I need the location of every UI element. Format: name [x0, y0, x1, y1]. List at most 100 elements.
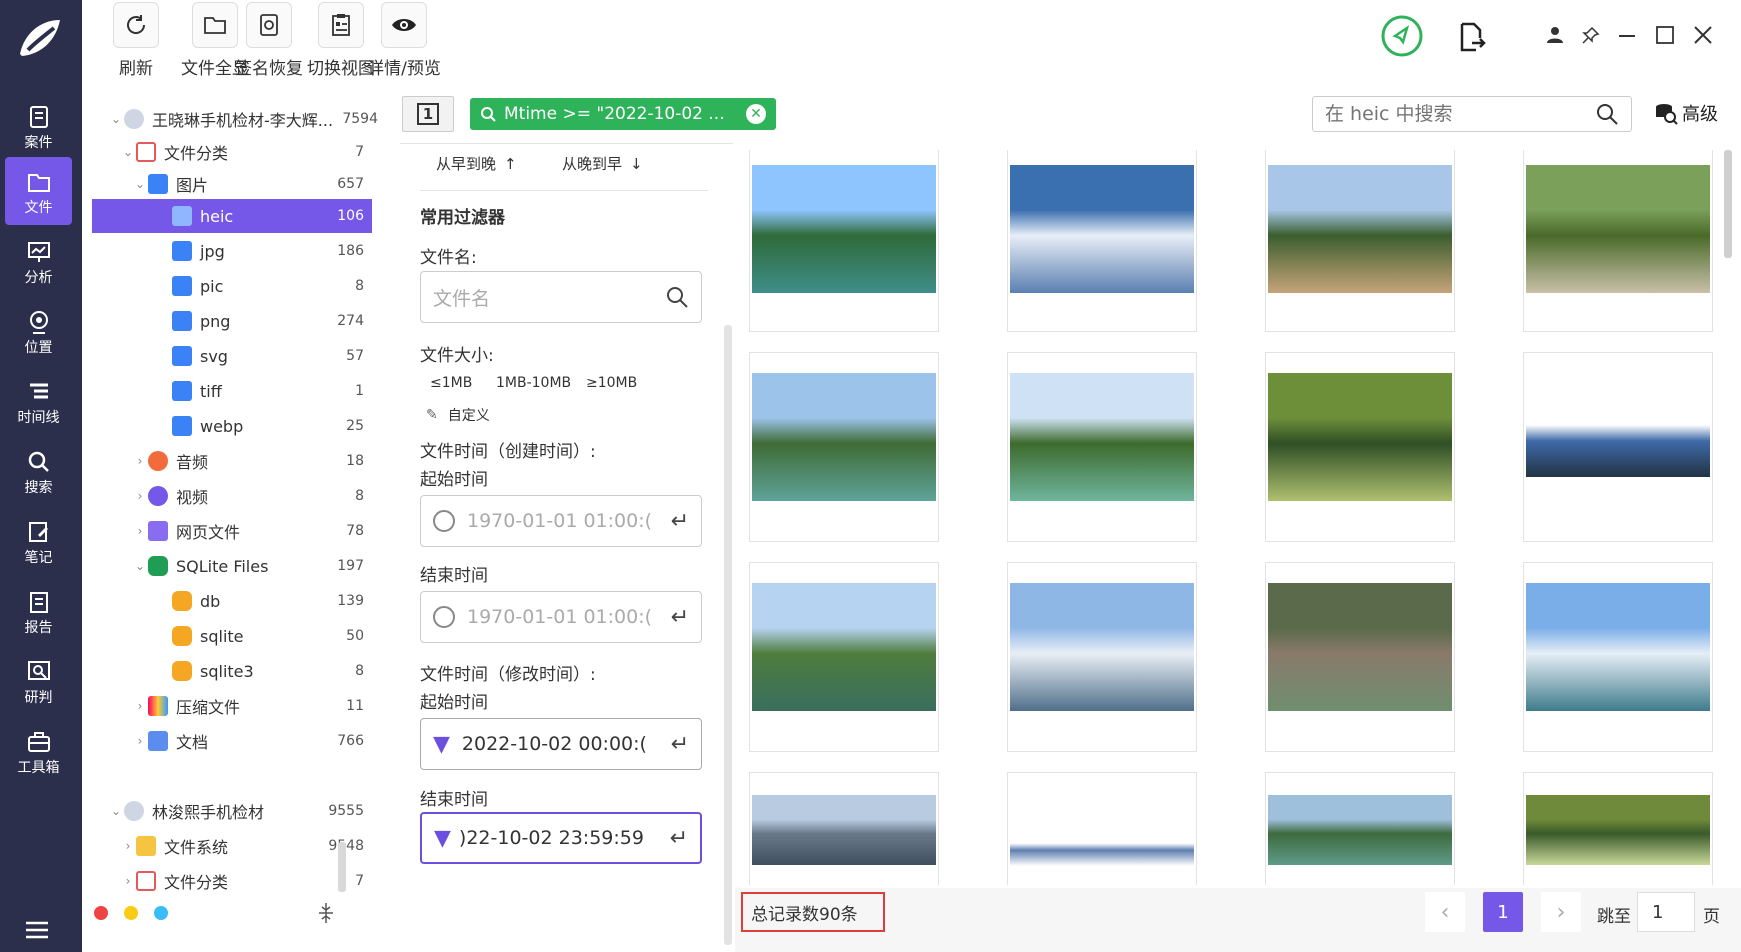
thumbnail-card[interactable] — [1007, 352, 1197, 542]
blue-dot[interactable] — [154, 906, 168, 920]
tree-video[interactable]: › 视频 8 — [82, 479, 372, 513]
tree-audio[interactable]: › 音频 18 — [82, 444, 372, 478]
nav-note[interactable]: 笔记 — [5, 507, 72, 575]
thumbnail-card[interactable] — [1265, 772, 1455, 885]
thumbnail-card[interactable] — [749, 562, 939, 752]
nav-analysis[interactable]: 分析 — [5, 227, 72, 295]
sort-desc-button[interactable]: 从晚到早 ↓ — [562, 153, 643, 174]
tree-db[interactable]: db 139 — [82, 584, 372, 618]
search-icon[interactable] — [665, 285, 689, 309]
chevron-down-icon[interactable]: ⌄ — [108, 112, 124, 126]
pin-icon[interactable] — [1582, 26, 1600, 44]
tree-archive[interactable]: › 压缩文件 11 — [82, 689, 372, 723]
tree-case1[interactable]: ⌄ 王晓琳手机检材-李大辉... 7594 — [82, 102, 378, 136]
advanced-search-button[interactable]: 高级 — [1654, 100, 1718, 126]
thumbnail-card[interactable] — [1265, 150, 1455, 332]
tree-scrollbar[interactable] — [338, 842, 346, 892]
tree-file-category[interactable]: ⌄ 文件分类 7 — [82, 135, 372, 169]
yellow-dot[interactable] — [124, 906, 138, 920]
tree-sqlite-ext[interactable]: sqlite 50 — [82, 619, 372, 653]
page-1-button[interactable]: 1 — [1483, 892, 1523, 932]
tree-svg[interactable]: svg 57 — [82, 339, 372, 373]
tree-web[interactable]: › 网页文件 78 — [82, 514, 372, 548]
size-option-large[interactable]: ≥10MB — [586, 375, 637, 391]
filename-field[interactable]: 文件名 — [420, 271, 702, 323]
thumbnail-card[interactable] — [1523, 562, 1713, 752]
ctime-end-field[interactable]: 1970-01-01 01:00:( ↵ — [420, 591, 702, 643]
nav-judge[interactable]: 研判 — [5, 647, 72, 715]
page-indicator-button[interactable]: 1 — [402, 96, 454, 132]
active-filter-tag[interactable]: Mtime >= "2022-10-02 ... ✕ — [470, 98, 776, 130]
shield-status-icon[interactable] — [1380, 14, 1424, 58]
maximize-icon[interactable] — [1656, 26, 1674, 44]
user-icon[interactable] — [1546, 26, 1564, 44]
chevron-down-icon[interactable]: ⌄ — [120, 145, 136, 159]
thumbnail-card[interactable] — [1007, 772, 1197, 885]
enter-icon[interactable]: ↵ — [671, 605, 689, 630]
tree-docs[interactable]: › 文档 766 — [82, 724, 372, 758]
thumbnail-card[interactable] — [1265, 562, 1455, 752]
tree-sqlite[interactable]: ⌄ SQLite Files 197 — [82, 549, 372, 583]
tree-filesystem[interactable]: › 文件系统 9548 — [82, 829, 372, 863]
grid-scrollbar[interactable] — [1724, 150, 1732, 258]
export-icon[interactable] — [1458, 22, 1486, 52]
thumbnail-card[interactable] — [749, 772, 939, 885]
nav-report[interactable]: 报告 — [5, 577, 72, 645]
detail-preview-button[interactable]: 详情/预览 — [366, 2, 442, 79]
ctime-start-field[interactable]: 1970-01-01 01:00:( ↵ — [420, 495, 702, 547]
thumbnail-card[interactable] — [1007, 562, 1197, 752]
thumbnail-card[interactable] — [1523, 772, 1713, 885]
remove-filter-icon[interactable]: ✕ — [746, 104, 766, 124]
enter-icon[interactable]: ↵ — [671, 509, 689, 534]
nav-search[interactable]: 搜索 — [5, 437, 72, 505]
chevron-right-icon[interactable]: › — [132, 489, 148, 503]
thumbnail-card[interactable] — [1007, 150, 1197, 332]
search-icon[interactable] — [1595, 102, 1619, 126]
red-dot[interactable] — [94, 906, 108, 920]
nav-timeline[interactable]: 时间线 — [5, 367, 72, 435]
nav-file[interactable]: 文件 — [5, 157, 72, 225]
tree-png[interactable]: png 274 — [82, 304, 372, 338]
thumbnail-card[interactable] — [1523, 352, 1713, 542]
menu-icon[interactable] — [24, 920, 50, 940]
next-page-button[interactable]: › — [1541, 892, 1581, 932]
thumbnail-card[interactable] — [749, 150, 939, 332]
nav-toolbox[interactable]: 工具箱 — [5, 717, 72, 785]
custom-size-button[interactable]: ✎ 自定义 — [426, 405, 490, 425]
chevron-down-icon[interactable]: ⌄ — [132, 177, 148, 191]
tree-pic[interactable]: pic 8 — [82, 269, 372, 303]
prev-page-button[interactable]: ‹ — [1425, 892, 1465, 932]
tree-heic[interactable]: heic 106 — [92, 199, 372, 233]
chevron-right-icon[interactable]: › — [120, 839, 136, 853]
chevron-down-icon[interactable]: ⌄ — [108, 804, 124, 818]
search-input[interactable] — [1325, 103, 1595, 125]
close-icon[interactable] — [1694, 26, 1712, 44]
chevron-right-icon[interactable]: › — [132, 734, 148, 748]
chevron-down-icon[interactable]: ⌄ — [132, 559, 148, 573]
tree-file-category2[interactable]: › 文件分类 7 — [82, 864, 372, 898]
nav-location[interactable]: 位置 — [5, 297, 72, 365]
tree-pictures[interactable]: ⌄ 图片 657 — [82, 167, 372, 201]
thumbnail-card[interactable] — [749, 352, 939, 542]
tree-jpg[interactable]: jpg 186 — [82, 234, 372, 268]
refresh-button[interactable]: 刷新 — [104, 2, 168, 79]
jump-input[interactable]: 1 — [1637, 892, 1695, 932]
chevron-right-icon[interactable]: › — [132, 454, 148, 468]
nav-case[interactable]: 案件 — [5, 92, 72, 160]
size-option-medium[interactable]: 1MB-10MB — [496, 375, 571, 391]
mtime-start-field[interactable]: ▼ 2022-10-02 00:00:( ↵ — [420, 718, 702, 770]
signature-restore-button[interactable]: 签名恢复 — [228, 2, 310, 79]
sort-asc-button[interactable]: 从早到晚 ↑ — [436, 153, 517, 174]
thumbnail-card[interactable] — [1265, 352, 1455, 542]
thumbnail-card[interactable] — [1523, 150, 1713, 332]
tree-webp[interactable]: webp 25 — [82, 409, 372, 443]
enter-icon[interactable]: ↵ — [671, 732, 689, 757]
tree-sqlite3[interactable]: sqlite3 8 — [82, 654, 372, 688]
collapse-all-icon[interactable] — [318, 902, 334, 924]
minimize-icon[interactable] — [1618, 34, 1636, 38]
mtime-end-field[interactable]: ▼ )22-10-02 23:59:59 ↵ — [420, 812, 702, 864]
chevron-right-icon[interactable]: › — [120, 874, 136, 888]
enter-icon[interactable]: ↵ — [670, 826, 688, 851]
size-option-small[interactable]: ≤1MB — [430, 375, 472, 391]
tree-tiff[interactable]: tiff 1 — [82, 374, 372, 408]
